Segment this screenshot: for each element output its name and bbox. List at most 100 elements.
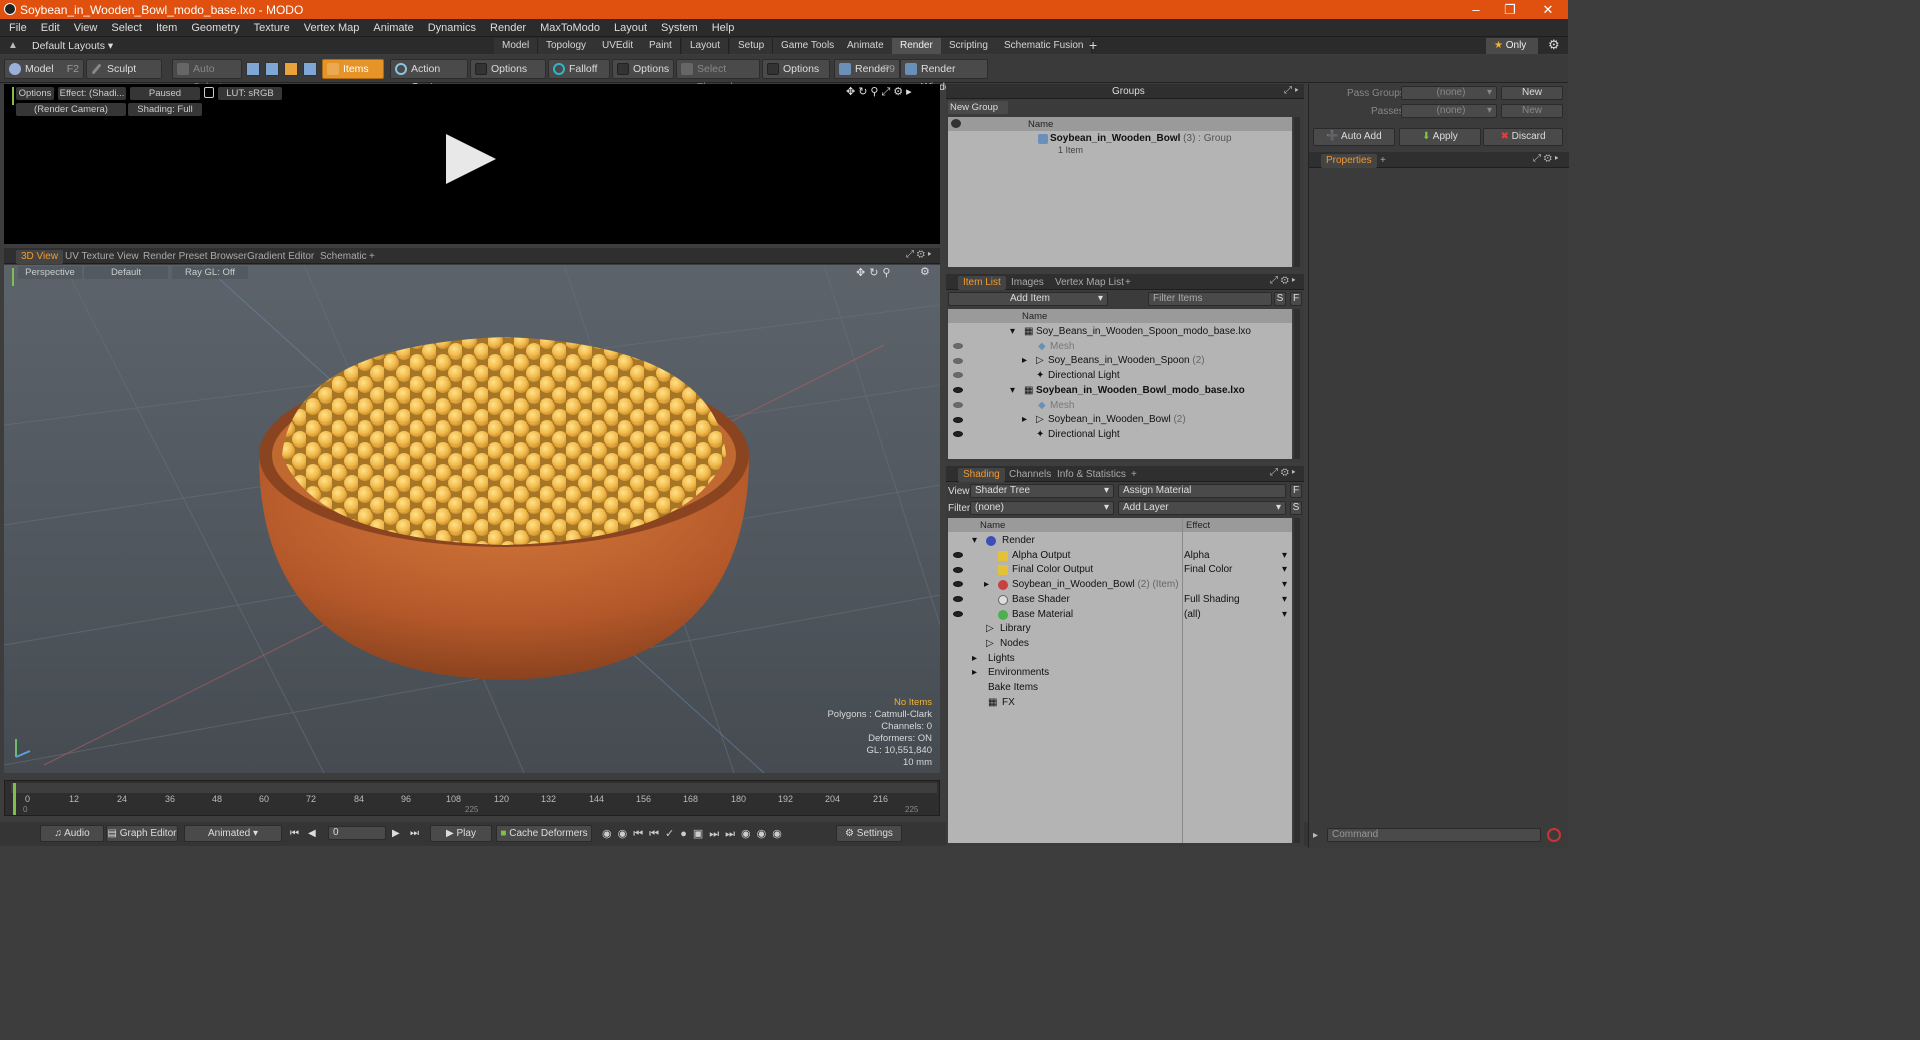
menu-select[interactable]: Select bbox=[104, 22, 149, 34]
menu-edit[interactable]: Edit bbox=[34, 22, 67, 34]
expand-arrow-icon[interactable]: ▾ bbox=[1010, 385, 1015, 396]
auto-select-button[interactable]: Auto Select bbox=[172, 59, 242, 93]
list-item[interactable]: ▾ ▦ Soy_Beans_in_Wooden_Spoon_modo_base.… bbox=[948, 325, 1292, 339]
add-shading-tab-icon[interactable]: + bbox=[1126, 468, 1142, 482]
shader-row-lights[interactable]: ▸ Lights bbox=[948, 652, 1292, 666]
menu-file[interactable]: File bbox=[0, 22, 34, 34]
shader-row-environments[interactable]: ▸ Environments bbox=[948, 666, 1292, 680]
lock-icon[interactable] bbox=[204, 87, 214, 98]
restore-icon[interactable]: ❐ bbox=[1492, 0, 1528, 19]
tab-render[interactable]: Render bbox=[892, 38, 942, 54]
shader-row-base-material[interactable]: Base Material (all) ▾ bbox=[948, 608, 1292, 622]
render-camera-dropdown[interactable]: (Render Camera) bbox=[16, 103, 126, 116]
layout-preset-dropdown[interactable]: Default Layouts ▾ bbox=[32, 40, 113, 52]
tab-uv-texture-view[interactable]: UV Texture View bbox=[60, 250, 144, 264]
render-button[interactable]: Render F9 bbox=[834, 59, 900, 79]
expand-arrow-icon[interactable]: ▸ bbox=[972, 653, 977, 664]
render-window-button[interactable]: Render Window bbox=[900, 59, 988, 93]
timeline-range-bar[interactable] bbox=[11, 783, 937, 793]
expand-arrow-icon[interactable]: ▸ bbox=[972, 667, 977, 678]
skip-start-icon[interactable]: ⏮ bbox=[290, 828, 299, 839]
command-input[interactable]: Command bbox=[1327, 828, 1541, 842]
tab-info-statistics[interactable]: Info & Statistics bbox=[1052, 468, 1131, 482]
auto-add-button[interactable]: ➕ Auto Add bbox=[1313, 128, 1395, 146]
command-history-icon[interactable] bbox=[1547, 828, 1561, 842]
tab-schematic-fusion[interactable]: Schematic Fusion bbox=[996, 38, 1093, 54]
shader-row-library[interactable]: ▷ Library bbox=[948, 622, 1292, 636]
expand-arrow-icon[interactable]: ▾ bbox=[972, 535, 977, 546]
cache-deformers-button[interactable]: ■ Cache Deformers bbox=[496, 825, 592, 842]
play-icon[interactable] bbox=[444, 132, 498, 186]
shader-row-alpha-output[interactable]: Alpha Output Alpha ▾ bbox=[948, 549, 1292, 563]
group-row-name[interactable]: Soybean_in_Wooden_Bowl (3) : Group bbox=[1050, 133, 1232, 144]
expand-arrow-icon[interactable]: ▸ bbox=[984, 579, 989, 590]
command-expand-icon[interactable]: ▸ bbox=[1313, 830, 1318, 841]
tab-model[interactable]: Model bbox=[494, 38, 539, 54]
tab-3d-view[interactable]: 3D View bbox=[16, 250, 64, 264]
timeline-ruler[interactable]: 0 12 24 36 48 60 72 84 96 108 120 132 14… bbox=[4, 780, 940, 816]
add-item-list-tab-icon[interactable]: + bbox=[1120, 276, 1136, 290]
tab-game-tools[interactable]: Game Tools bbox=[773, 38, 844, 54]
menu-render[interactable]: Render bbox=[483, 22, 533, 34]
settings-button[interactable]: ⚙ Settings bbox=[836, 825, 902, 842]
tab-render-preset-browser[interactable]: Render Preset Browser bbox=[138, 250, 252, 264]
shading-panel-controls[interactable]: ⤢ ⚙ ▸ bbox=[1270, 467, 1296, 478]
current-frame-marker[interactable] bbox=[13, 783, 16, 815]
view-dropdown[interactable]: Shader Tree ▾ bbox=[970, 484, 1114, 498]
chevron-down-icon[interactable]: ▾ bbox=[1282, 564, 1287, 575]
filter-dropdown[interactable]: (none) ▾ bbox=[970, 501, 1114, 515]
shader-row-nodes[interactable]: ▷ Nodes bbox=[948, 637, 1292, 651]
shader-row-base-shader[interactable]: Base Shader Full Shading ▾ bbox=[948, 593, 1292, 607]
filter-f-button[interactable]: F bbox=[1290, 292, 1302, 306]
menu-animate[interactable]: Animate bbox=[366, 22, 420, 34]
animated-dropdown[interactable]: Animated ▾ bbox=[184, 825, 282, 842]
add-properties-tab-icon[interactable]: + bbox=[1375, 154, 1391, 168]
falloff-options-button[interactable]: Options bbox=[612, 59, 674, 79]
tab-shading[interactable]: Shading bbox=[958, 468, 1005, 482]
shader-row-effect[interactable]: Alpha bbox=[1184, 550, 1210, 561]
expand-arrow-icon[interactable]: ▸ bbox=[1022, 414, 1027, 425]
effect-dropdown[interactable]: Effect: (Shadi... bbox=[58, 87, 126, 100]
perspective-dropdown[interactable]: Perspective bbox=[18, 266, 82, 279]
audio-button[interactable]: ♫ Audio bbox=[40, 825, 104, 842]
list-item[interactable]: ✦ Directional Light bbox=[948, 369, 1292, 383]
materials-mode-icon[interactable] bbox=[303, 62, 317, 76]
expand-arrow-icon[interactable]: ▸ bbox=[1022, 355, 1027, 366]
shader-row-render[interactable]: ▾ Render bbox=[948, 534, 1292, 548]
shader-row-bake-items[interactable]: Bake Items bbox=[948, 681, 1292, 695]
new-pass-group-button[interactable]: New bbox=[1501, 86, 1563, 100]
chevron-down-icon[interactable]: ▾ bbox=[1282, 550, 1287, 561]
chevron-down-icon[interactable]: ▾ bbox=[1282, 579, 1287, 590]
filter-s-button[interactable]: S bbox=[1274, 292, 1286, 306]
tab-images[interactable]: Images bbox=[1006, 276, 1049, 290]
add-viewport-tab-icon[interactable]: + bbox=[364, 250, 380, 264]
viewport-panel-controls[interactable]: ⤢ ⚙ ▸ bbox=[906, 249, 932, 260]
items-mode-button[interactable]: Items bbox=[322, 59, 384, 79]
item-list-scrollbar[interactable] bbox=[1294, 309, 1300, 459]
step-back-icon[interactable]: ◀ bbox=[308, 828, 316, 839]
menu-dynamics[interactable]: Dynamics bbox=[421, 22, 483, 34]
shader-row-effect[interactable]: Final Color bbox=[1184, 564, 1232, 575]
list-item[interactable]: ▸ ▷ Soybean_in_Wooden_Bowl (2) bbox=[948, 413, 1292, 427]
viewport-nav-controls[interactable]: ✥↻⚲ bbox=[856, 266, 895, 279]
minimize-icon[interactable]: – bbox=[1458, 0, 1494, 19]
tab-layout[interactable]: Layout bbox=[682, 38, 730, 54]
menu-geometry[interactable]: Geometry bbox=[184, 22, 246, 34]
tab-channels[interactable]: Channels bbox=[1004, 468, 1056, 482]
graph-editor-button[interactable]: ▤ Graph Editor bbox=[106, 825, 178, 842]
render-options-button[interactable]: Options bbox=[16, 87, 54, 100]
step-forward-icon[interactable]: ▶ bbox=[392, 828, 400, 839]
play-button[interactable]: ▶ Play bbox=[430, 825, 492, 842]
add-layer-dropdown[interactable]: Add Layer ▾ bbox=[1118, 501, 1286, 515]
shading-s-button[interactable]: S bbox=[1290, 501, 1302, 515]
tab-paint[interactable]: Paint bbox=[641, 38, 681, 54]
expand-arrow-icon[interactable]: ▾ bbox=[1010, 326, 1015, 337]
groups-panel-controls[interactable]: ⤢ ▸ bbox=[1284, 85, 1299, 96]
tab-properties[interactable]: Properties bbox=[1321, 154, 1377, 168]
discard-button[interactable]: ✖ Discard bbox=[1483, 128, 1563, 146]
skip-end-icon[interactable]: ⏭ bbox=[410, 828, 419, 839]
list-item[interactable]: ▾ ▦ Soybean_in_Wooden_Bowl_modo_base.lxo bbox=[948, 384, 1292, 398]
paused-toggle[interactable]: Paused bbox=[130, 87, 200, 100]
tab-setup[interactable]: Setup bbox=[730, 38, 774, 54]
select-options-button[interactable]: Options bbox=[762, 59, 830, 79]
